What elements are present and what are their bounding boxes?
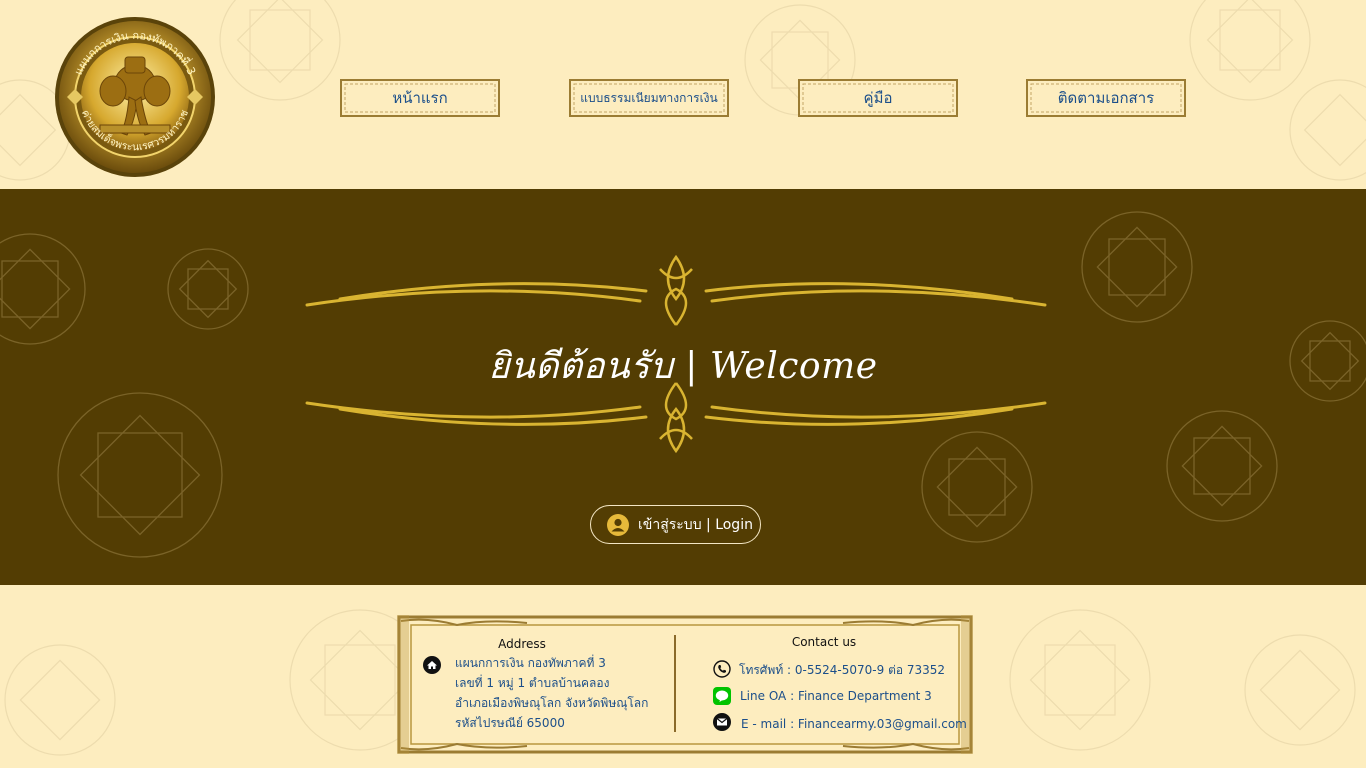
nav-track-documents-label: ติดตามเอกสาร bbox=[1057, 89, 1155, 107]
home-icon bbox=[423, 656, 441, 674]
finance-department-logo[interactable]: แผนกการเงิน กองทัพภาคที่ 3 ค่ายสมเด็จพระ… bbox=[55, 17, 215, 177]
address-title: Address bbox=[498, 637, 546, 651]
address-line: แผนกการเงิน กองทัพภาคที่ 3 bbox=[455, 656, 606, 670]
address-line: อำเภอเมืองพิษณุโลก จังหวัดพิษณุโลก bbox=[455, 696, 649, 710]
email-address[interactable]: E - mail : Financearmy.03@gmail.com bbox=[741, 717, 967, 731]
login-button[interactable]: เข้าสู่ระบบ | Login bbox=[590, 505, 761, 544]
contact-title: Contact us bbox=[791, 635, 857, 649]
site-header: แผนกการเงิน กองทัพภาคที่ 3 ค่ายสมเด็จพระ… bbox=[0, 0, 1366, 189]
nav-financial-forms[interactable]: แบบธรรมเนียมทางการเงิน bbox=[568, 78, 730, 118]
nav-home-label: หน้าแรก bbox=[392, 89, 448, 107]
login-label: เข้าสู่ระบบ | Login bbox=[638, 516, 753, 533]
nav-financial-forms-label: แบบธรรมเนียมทางการเงิน bbox=[580, 90, 718, 105]
address-line: เลขที่ 1 หมู่ 1 ตำบลบ้านคลอง bbox=[455, 676, 610, 690]
footer-contact-card: Address แผนกการเงิน กองทัพภาคที่ 3 เลขที… bbox=[397, 615, 973, 754]
welcome-heading: ยินดีต้อนรับ | Welcome bbox=[488, 346, 878, 387]
nav-track-documents[interactable]: ติดตามเอกสาร bbox=[1025, 78, 1187, 118]
line-oa[interactable]: Line OA : Finance Department 3 bbox=[740, 689, 932, 703]
phone-number[interactable]: โทรศัพท์ : 0-5524-5070-9 ต่อ 73352 bbox=[739, 661, 945, 680]
phone-icon bbox=[713, 660, 731, 678]
email-icon bbox=[713, 713, 731, 731]
nav-home[interactable]: หน้าแรก bbox=[339, 78, 501, 118]
nav-manual[interactable]: คู่มือ bbox=[797, 78, 959, 118]
line-icon bbox=[713, 687, 731, 705]
address-line: รหัสไปรษณีย์ 65000 bbox=[455, 716, 565, 730]
nav-manual-label: คู่มือ bbox=[863, 89, 893, 107]
user-icon bbox=[607, 513, 629, 536]
welcome-banner: ยินดีต้อนรับ | Welcome เข้าสู่ระบบ | Log… bbox=[0, 189, 1366, 585]
footer-divider bbox=[674, 635, 676, 732]
